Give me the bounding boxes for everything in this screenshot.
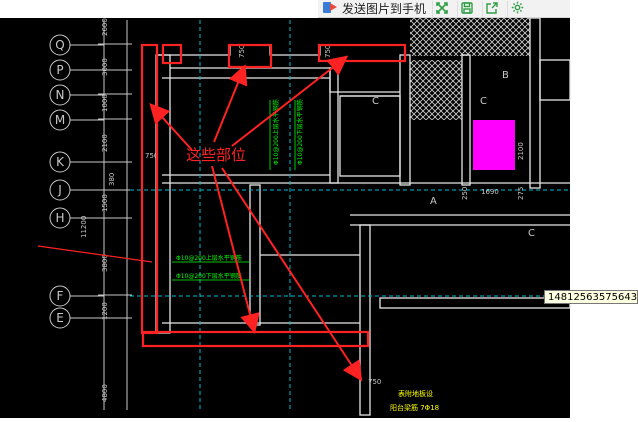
cad-canvas[interactable]: Q P N M K J H F E 2600 3000 1000 2100 38… (0, 0, 638, 418)
axis-label-h: H (55, 211, 64, 225)
settings-button[interactable] (507, 0, 526, 18)
axis-label-e: E (56, 311, 64, 325)
fullscreen-button[interactable] (432, 0, 451, 18)
dim-750-c: 750 (324, 45, 332, 58)
room-label-b: B (502, 70, 509, 81)
save-button[interactable] (457, 0, 476, 18)
axis-label-j: J (57, 183, 62, 197)
dim-1200: 1200 (101, 302, 109, 320)
expand-icon (436, 0, 448, 18)
axis-label-k: K (56, 155, 65, 169)
coordinate-tooltip: 1481256357564372 (544, 290, 638, 304)
rebar-note-h2: Φ10@200下层水平钢筋 (176, 272, 242, 280)
rebar-note-h1: Φ10@200上层水平钢筋 (176, 254, 242, 262)
annotation-text: 这些部位 (186, 146, 246, 164)
axis-label-n: N (56, 88, 65, 102)
dim-3800: 3800 (101, 254, 109, 272)
axis-label-f: F (57, 289, 64, 303)
dim-11200: 11200 (80, 216, 88, 238)
dim-750-d: 750 (368, 378, 381, 386)
room-label-c3: C (528, 228, 535, 239)
axis-label-q: Q (55, 38, 64, 52)
axis-label-m: M (55, 113, 65, 127)
dim-1500: 1500 (101, 194, 109, 212)
beam-note-2: 阳台梁筋 7Φ18 (390, 403, 439, 412)
rebar-note-v2: Φ10@200下层水平钢筋 (296, 99, 304, 165)
dim-2100: 2100 (101, 134, 109, 152)
save-icon (461, 0, 473, 18)
dim-275: 275 (517, 187, 525, 200)
dim-1690: 1690 (481, 188, 499, 196)
send-phone-icon (322, 0, 338, 17)
dim-750-b: 750 (238, 45, 246, 58)
magenta-block (473, 120, 515, 170)
send-to-phone-button[interactable]: 发送图片到手机 (322, 0, 426, 17)
image-toolbar: 发送图片到手机 (318, 0, 570, 18)
axis-label-p: P (56, 63, 63, 77)
room-label-a: A (430, 196, 437, 207)
dim-1000: 1000 (101, 94, 109, 112)
send-to-phone-label: 发送图片到手机 (342, 2, 427, 16)
room-label-c2: C (480, 96, 487, 107)
dim-3000: 3000 (101, 58, 109, 76)
dim-4800: 4800 (101, 384, 109, 402)
room-label-c1: C (372, 96, 379, 107)
beam-note-1: 表附地板设 (398, 389, 433, 398)
cad-drawing: Q P N M K J H F E 2600 3000 1000 2100 38… (0, 0, 638, 418)
dim-2100-b: 2100 (517, 142, 525, 160)
settings-icon (511, 0, 524, 18)
share-icon (486, 0, 498, 18)
drawing-background (0, 0, 570, 418)
dim-250: 250 (461, 187, 469, 200)
share-button[interactable] (482, 0, 501, 18)
dim-2600: 2600 (101, 18, 109, 36)
dim-380: 380 (108, 173, 116, 186)
